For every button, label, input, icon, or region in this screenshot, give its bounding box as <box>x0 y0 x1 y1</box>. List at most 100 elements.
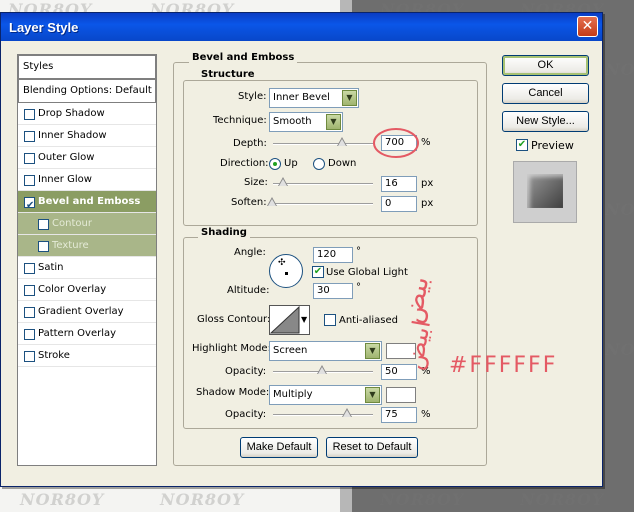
style-item-label: Contour <box>52 218 92 229</box>
angle-label: Angle: <box>234 247 266 258</box>
direction-down-radio[interactable] <box>313 158 325 170</box>
blending-options-item[interactable]: Blending Options: Default <box>18 79 156 103</box>
size-label: Size: <box>244 177 268 188</box>
angle-dial-center <box>285 272 288 275</box>
angle-dial[interactable]: ✣ <box>269 254 303 288</box>
style-checkbox[interactable] <box>24 109 35 120</box>
altitude-label: Altitude: <box>227 285 270 296</box>
size-slider-thumb[interactable] <box>278 177 288 186</box>
style-item-inner-glow[interactable]: Inner Glow <box>18 169 156 191</box>
watermark-text: NOR8OY <box>605 60 634 79</box>
depth-slider-track[interactable] <box>273 143 373 145</box>
direction-up-radio[interactable] <box>269 158 281 170</box>
style-item-satin[interactable]: Satin <box>18 257 156 279</box>
style-checkbox[interactable] <box>24 307 35 318</box>
preview-label: Preview <box>531 139 574 152</box>
depth-label: Depth: <box>233 138 267 149</box>
technique-select[interactable]: Smooth ▼ <box>269 112 343 132</box>
watermark-text: NOR8OY <box>20 490 105 509</box>
preview-swatch <box>527 174 563 208</box>
style-label: Style: <box>238 91 267 102</box>
cancel-button[interactable]: Cancel <box>502 83 589 104</box>
style-item-inner-shadow[interactable]: Inner Shadow <box>18 125 156 147</box>
shadow-opacity-unit: % <box>421 409 431 420</box>
style-checkbox[interactable] <box>24 153 35 164</box>
style-item-bevel-and-emboss[interactable]: ✔ Bevel and Emboss <box>18 191 156 213</box>
crosshair-icon: ✣ <box>278 258 286 268</box>
size-input[interactable]: 16 <box>381 176 417 192</box>
style-item-gradient-overlay[interactable]: Gradient Overlay <box>18 301 156 323</box>
anti-aliased-label: Anti-aliased <box>339 315 399 326</box>
style-checkbox[interactable] <box>24 263 35 274</box>
style-checkbox[interactable] <box>24 175 35 186</box>
reset-to-default-button[interactable]: Reset to Default <box>326 437 418 458</box>
soften-input[interactable]: 0 <box>381 196 417 212</box>
styles-list: Styles Blending Options: Default Drop Sh… <box>17 54 157 466</box>
angle-input[interactable]: 120 <box>313 247 353 263</box>
size-unit: px <box>421 178 434 189</box>
close-icon[interactable]: ✕ <box>577 16 598 37</box>
style-select-value: Inner Bevel <box>273 92 330 103</box>
highlight-opacity-value: 50 <box>385 366 398 377</box>
styles-header[interactable]: Styles <box>18 55 156 79</box>
style-checkbox[interactable] <box>38 241 49 252</box>
shadow-opacity-slider-thumb[interactable] <box>342 408 352 417</box>
style-checkbox[interactable] <box>24 329 35 340</box>
depth-circle-annotation <box>373 128 419 158</box>
highlight-opacity-slider-thumb[interactable] <box>317 365 327 374</box>
soften-slider-thumb[interactable] <box>267 197 277 206</box>
shadow-color-swatch[interactable] <box>386 387 416 403</box>
style-item-label: Drop Shadow <box>38 108 105 119</box>
style-item-pattern-overlay[interactable]: Pattern Overlay <box>18 323 156 345</box>
style-item-label: Gradient Overlay <box>38 306 124 317</box>
style-item-label: Inner Glow <box>38 174 92 185</box>
watermark-text: NOR8OY <box>605 200 634 219</box>
ok-button[interactable]: OK <box>502 55 589 76</box>
styles-header-label: Styles <box>23 61 54 72</box>
direction-label: Direction: <box>220 158 269 169</box>
style-select[interactable]: Inner Bevel ▼ <box>269 88 359 108</box>
style-item-label: Pattern Overlay <box>38 328 117 339</box>
shadow-opacity-label: Opacity: <box>225 409 267 420</box>
gloss-contour-picker[interactable]: ▼ <box>269 305 310 335</box>
use-global-light-checkbox[interactable]: ✔ <box>312 266 324 278</box>
direction-up-label: Up <box>284 158 298 169</box>
style-item-outer-glow[interactable]: Outer Glow <box>18 147 156 169</box>
watermark-text: NOR8OY <box>605 340 634 359</box>
chevron-down-icon: ▼ <box>365 387 380 403</box>
style-checkbox[interactable] <box>24 131 35 142</box>
style-item-color-overlay[interactable]: Color Overlay <box>18 279 156 301</box>
new-style-button[interactable]: New Style... <box>502 111 589 132</box>
depth-slider-thumb[interactable] <box>337 137 347 146</box>
make-default-button[interactable]: Make Default <box>240 437 318 458</box>
size-slider-track[interactable] <box>273 183 373 185</box>
highlight-mode-select[interactable]: Screen ▼ <box>269 341 382 361</box>
style-item-contour[interactable]: Contour <box>18 213 156 235</box>
style-checkbox[interactable] <box>24 285 35 296</box>
chevron-down-icon: ▼ <box>326 114 341 130</box>
highlight-opacity-label: Opacity: <box>225 366 267 377</box>
style-item-stroke[interactable]: Stroke <box>18 345 156 367</box>
shading-title: Shading <box>198 227 250 238</box>
style-checkbox[interactable] <box>24 351 35 362</box>
preview-checkbox[interactable]: ✔ <box>516 139 528 151</box>
chevron-down-icon: ▼ <box>342 90 357 106</box>
preview-thumbnail <box>513 161 577 223</box>
anti-aliased-checkbox[interactable] <box>324 314 336 326</box>
highlight-mode-label: Highlight Mode: <box>192 343 271 354</box>
style-item-label: Inner Shadow <box>38 130 107 141</box>
style-checkbox[interactable] <box>38 219 49 230</box>
shadow-opacity-input[interactable]: 75 <box>381 407 417 423</box>
shadow-mode-select[interactable]: Multiply ▼ <box>269 385 382 405</box>
dialog-title: Layer Style <box>9 20 79 35</box>
style-item-texture[interactable]: Texture <box>18 235 156 257</box>
technique-select-value: Smooth <box>273 116 312 127</box>
soften-slider-track[interactable] <box>273 203 373 205</box>
title-bar[interactable]: Layer Style ✕ <box>1 13 602 41</box>
shadow-opacity-slider-track[interactable] <box>273 414 373 416</box>
altitude-input[interactable]: 30 <box>313 283 353 299</box>
structure-title: Structure <box>198 69 258 80</box>
direction-down-label: Down <box>328 158 357 169</box>
style-checkbox[interactable]: ✔ <box>24 197 35 211</box>
style-item-drop-shadow[interactable]: Drop Shadow <box>18 103 156 125</box>
